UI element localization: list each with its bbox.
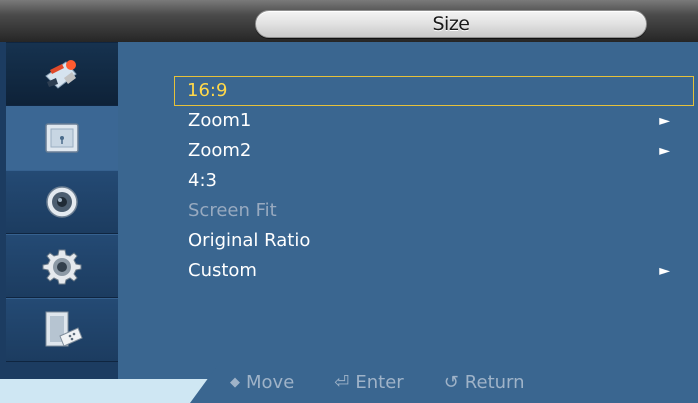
osd-screen: Size 16:9 Zoom1 ► Zoom2 ► 4:3 Screen Fit… — [0, 0, 698, 403]
menu-item-16-9[interactable]: 16:9 — [174, 76, 694, 106]
menu-item-label: Zoom2 — [188, 140, 252, 161]
page-title: Size — [432, 13, 470, 35]
menu-item-label: 16:9 — [187, 80, 228, 101]
hint-move-label: Move — [246, 371, 295, 393]
menu-item-screen-fit: Screen Fit — [174, 196, 694, 226]
sidebar-item-sound[interactable] — [6, 106, 118, 170]
button-hints: ◆ Move ⏎ Enter ↺ Return — [230, 368, 525, 396]
monitor-remote-icon — [40, 308, 84, 352]
size-menu-list: 16:9 Zoom1 ► Zoom2 ► 4:3 Screen Fit Orig… — [174, 76, 694, 286]
hint-enter: ⏎ Enter — [334, 372, 403, 393]
sidebar-item-setup[interactable] — [6, 234, 118, 298]
sound-frame-icon — [42, 120, 82, 156]
hint-move: ◆ Move — [230, 372, 294, 393]
menu-item-4-3[interactable]: 4:3 — [174, 166, 694, 196]
submenu-arrow-icon: ► — [659, 263, 670, 279]
menu-item-label: 4:3 — [188, 170, 217, 191]
move-icon: ◆ — [230, 374, 240, 390]
speaker-icon — [42, 184, 82, 220]
sidebar-item-picture[interactable] — [6, 42, 118, 106]
title-bar: Size — [0, 0, 698, 42]
submenu-arrow-icon: ► — [659, 113, 670, 129]
hint-return-label: Return — [464, 371, 525, 393]
title-pill: Size — [255, 10, 647, 38]
menu-item-label: Custom — [188, 260, 257, 281]
menu-item-original-ratio[interactable]: Original Ratio — [174, 226, 694, 256]
return-icon: ↺ — [443, 371, 459, 393]
menu-item-label: Screen Fit — [188, 200, 277, 221]
hint-return: ↺ Return — [444, 372, 525, 393]
menu-item-label: Original Ratio — [188, 230, 311, 251]
picture-icon — [42, 56, 82, 92]
enter-icon: ⏎ — [334, 371, 350, 393]
menu-item-custom[interactable]: Custom ► — [174, 256, 694, 286]
hint-enter-label: Enter — [355, 371, 404, 393]
sidebar — [0, 42, 118, 379]
sidebar-item-multicontrol[interactable] — [6, 298, 118, 362]
menu-item-zoom2[interactable]: Zoom2 ► — [174, 136, 694, 166]
menu-item-label: Zoom1 — [188, 110, 252, 131]
submenu-arrow-icon: ► — [659, 143, 670, 159]
menu-item-zoom1[interactable]: Zoom1 ► — [174, 106, 694, 136]
sidebar-item-speaker[interactable] — [6, 170, 118, 234]
menu-panel: 16:9 Zoom1 ► Zoom2 ► 4:3 Screen Fit Orig… — [118, 42, 698, 379]
gear-icon — [41, 246, 83, 286]
